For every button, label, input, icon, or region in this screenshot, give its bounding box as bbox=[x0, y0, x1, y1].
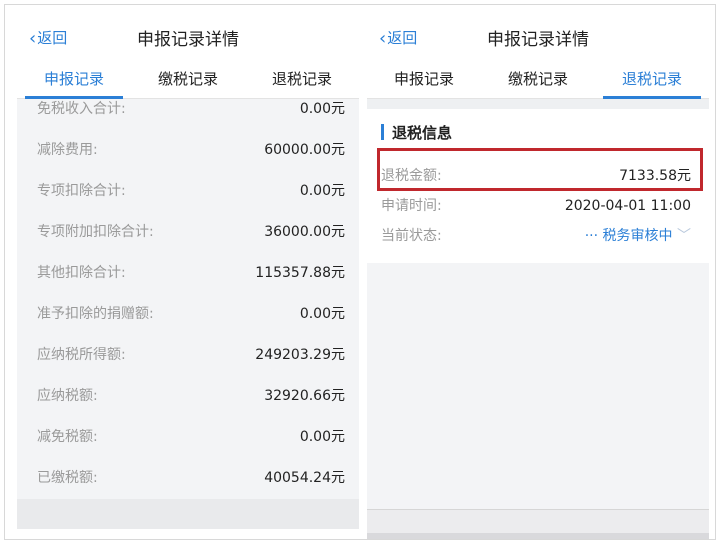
list-item: 专项扣除合计: 0.00元 bbox=[17, 171, 359, 212]
right-tab-declaration[interactable]: 申报记录 bbox=[367, 59, 481, 98]
right-bottom-strip bbox=[367, 509, 709, 539]
left-page-title: 申报记录详情 bbox=[137, 30, 239, 50]
row-label: 减除费用: bbox=[37, 142, 98, 158]
ellipsis-icon: ··· bbox=[584, 228, 603, 244]
row-value: 249203.29元 bbox=[255, 347, 345, 363]
section-gap bbox=[367, 99, 709, 109]
right-panel: ‹返回 申报记录详情 申报记录 缴税记录 退税记录 退税信息 退税金额: 713… bbox=[367, 5, 709, 539]
row-value: 32920.66元 bbox=[264, 388, 345, 404]
left-panel: ‹返回 申报记录详情 申报记录 缴税记录 退税记录 免税收入合计: 0.00元 … bbox=[17, 5, 359, 539]
row-label: 专项扣除合计: bbox=[37, 183, 126, 199]
list-item: 应纳税所得额: 249203.29元 bbox=[17, 335, 359, 376]
status-value[interactable]: ··· 税务审核中 ﹀ bbox=[585, 221, 691, 251]
apply-time-row: 申请时间: 2020-04-01 11:00 bbox=[381, 191, 695, 221]
declaration-detail-list[interactable]: 免税收入合计: 0.00元 减除费用: 60000.00元 专项扣除合计: 0.… bbox=[17, 99, 359, 499]
screenshot-frame: ‹返回 申报记录详情 申报记录 缴税记录 退税记录 免税收入合计: 0.00元 … bbox=[4, 4, 716, 540]
apply-time-label: 申请时间: bbox=[381, 198, 442, 214]
refund-amount-highlight-box bbox=[377, 148, 703, 191]
list-item: 免税收入合计: 0.00元 bbox=[17, 89, 359, 130]
row-label: 专项附加扣除合计: bbox=[37, 224, 154, 240]
list-item: 已缴税额: 40054.24元 bbox=[17, 458, 359, 499]
right-tab-refund[interactable]: 退税记录 bbox=[595, 59, 709, 99]
list-item: 专项附加扣除合计: 36000.00元 bbox=[17, 212, 359, 253]
row-label: 已缴税额: bbox=[37, 470, 98, 486]
row-value: 40054.24元 bbox=[264, 470, 345, 486]
row-label: 其他扣除合计: bbox=[37, 265, 126, 281]
left-topbar: ‹返回 申报记录详情 bbox=[17, 5, 359, 59]
list-item: 其他扣除合计: 115357.88元 bbox=[17, 253, 359, 294]
right-topbar: ‹返回 申报记录详情 bbox=[367, 5, 709, 59]
list-item: 减除费用: 60000.00元 bbox=[17, 130, 359, 171]
row-label: 应纳税额: bbox=[37, 388, 98, 404]
list-item: 减免税额: 0.00元 bbox=[17, 417, 359, 458]
row-label: 免税收入合计: bbox=[37, 101, 126, 117]
cropped-bottom-element bbox=[367, 533, 709, 539]
apply-time-value: 2020-04-01 11:00 bbox=[564, 198, 691, 214]
row-value: 36000.00元 bbox=[264, 224, 345, 240]
right-tab-bar: 申报记录 缴税记录 退税记录 bbox=[367, 59, 709, 99]
row-label: 准予扣除的捐赠额: bbox=[37, 306, 154, 322]
row-value: 0.00元 bbox=[299, 429, 345, 445]
right-page-title: 申报记录详情 bbox=[487, 30, 589, 50]
right-tab-payment[interactable]: 缴税记录 bbox=[481, 59, 595, 98]
status-text: 税务审核中 bbox=[602, 228, 673, 244]
list-item: 应纳税额: 32920.66元 bbox=[17, 376, 359, 417]
left-bottom-area bbox=[17, 499, 359, 529]
row-label: 减免税额: bbox=[37, 429, 98, 445]
right-empty-area bbox=[367, 263, 709, 509]
section-header: 退税信息 bbox=[381, 123, 453, 142]
status-label: 当前状态: bbox=[381, 228, 442, 244]
list-item: 准予扣除的捐赠额: 0.00元 bbox=[17, 294, 359, 335]
row-value: 0.00元 bbox=[299, 306, 345, 322]
section-title: 退税信息 bbox=[392, 123, 453, 142]
row-value: 115357.88元 bbox=[255, 265, 345, 281]
section-accent-bar bbox=[381, 124, 384, 140]
row-value: 0.00元 bbox=[299, 101, 345, 117]
chevron-down-icon: ﹀ bbox=[677, 228, 691, 244]
row-label: 应纳税所得额: bbox=[37, 347, 126, 363]
row-value: 0.00元 bbox=[299, 183, 345, 199]
status-row[interactable]: 当前状态: ··· 税务审核中 ﹀ bbox=[381, 221, 695, 251]
row-value: 60000.00元 bbox=[264, 142, 345, 158]
